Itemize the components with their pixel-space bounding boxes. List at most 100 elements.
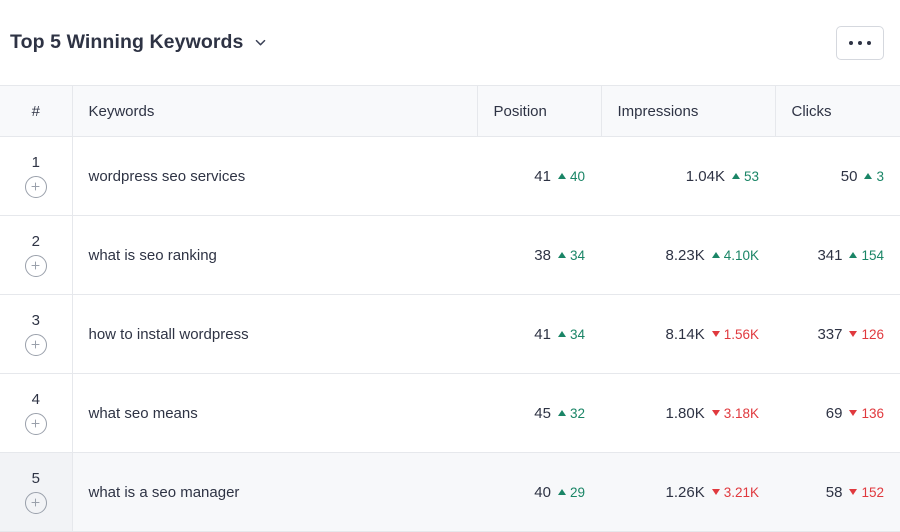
plus-circle-icon[interactable]	[24, 333, 47, 356]
more-options-button[interactable]	[836, 25, 884, 60]
clicks-delta: 152	[849, 485, 884, 500]
arrow-up-icon	[864, 173, 873, 179]
impressions-value: 1.26K	[665, 483, 705, 501]
keyword-cell[interactable]: what seo means	[72, 373, 477, 453]
column-header-keywords[interactable]: Keywords	[72, 85, 478, 137]
plus-circle-icon[interactable]	[24, 254, 47, 277]
impressions-metric: 1.80K 3.18K	[666, 405, 759, 422]
clicks-cell: 337 126	[775, 294, 900, 374]
column-header-position[interactable]: Position	[477, 85, 602, 137]
position-delta: 34	[557, 248, 585, 263]
impressions-delta-value: 1.56K	[723, 326, 759, 342]
arrow-down-icon	[711, 489, 720, 495]
column-header-index[interactable]: #	[0, 85, 73, 137]
position-value: 40	[534, 483, 551, 501]
clicks-delta-value: 3	[876, 168, 884, 184]
position-metric: 40 29	[534, 484, 585, 501]
impressions-cell: 1.04K 53	[601, 136, 775, 216]
position-cell: 45 32	[477, 373, 601, 453]
clicks-value: 50	[840, 167, 858, 185]
column-header-impressions[interactable]: Impressions	[601, 85, 776, 137]
arrow-down-icon	[849, 331, 858, 337]
clicks-cell: 50 3	[775, 136, 900, 216]
card-title-dropdown[interactable]: Top 5 Winning Keywords	[10, 30, 269, 53]
chevron-down-icon[interactable]	[253, 35, 269, 51]
impressions-value: 1.80K	[665, 404, 705, 422]
impressions-cell: 1.26K 3.21K	[601, 452, 775, 532]
row-index: 5	[31, 469, 40, 487]
impressions-value: 8.14K	[665, 325, 705, 343]
keyword-cell[interactable]: wordpress seo services	[72, 136, 477, 216]
impressions-cell: 8.14K 1.56K	[601, 294, 775, 374]
impressions-value: 8.23K	[665, 246, 705, 264]
clicks-metric: 337 126	[817, 326, 884, 343]
table-row[interactable]: 1 wordpress seo services 41 40 1.04K 53 50 3	[0, 136, 900, 216]
impressions-delta: 3.18K	[711, 405, 759, 421]
clicks-value: 58	[825, 483, 843, 501]
keyword-cell[interactable]: how to install wordpress	[72, 294, 477, 374]
clicks-delta: 126	[849, 327, 884, 342]
clicks-delta: 3	[864, 169, 884, 184]
arrow-down-icon	[711, 410, 720, 416]
impressions-delta-value: 4.10K	[723, 247, 759, 263]
position-cell: 38 34	[477, 215, 601, 295]
position-cell: 40 29	[477, 452, 601, 532]
position-value: 41	[534, 167, 551, 185]
row-index-stack: 3	[16, 313, 56, 356]
clicks-delta-value: 136	[861, 405, 884, 421]
position-delta: 34	[557, 326, 585, 342]
table-row[interactable]: 4 what seo means 45 32 1.80K 3.18K 69 136	[0, 373, 900, 453]
clicks-delta: 136	[849, 406, 884, 421]
impressions-metric: 1.04K 53	[686, 168, 759, 185]
card-header: Top 5 Winning Keywords	[0, 0, 900, 85]
table-row[interactable]: 5 what is a seo manager 40 29 1.26K 3.21K 58 15…	[0, 452, 900, 532]
impressions-delta-value: 3.18K	[723, 405, 759, 421]
position-metric: 41 40	[534, 168, 585, 185]
column-header-clicks[interactable]: Clicks	[775, 85, 900, 137]
arrow-up-icon	[731, 173, 740, 179]
position-value: 41	[534, 325, 551, 343]
clicks-delta-value: 152	[861, 484, 884, 500]
plus-circle-icon[interactable]	[24, 412, 47, 435]
position-delta-value: 32	[569, 405, 585, 421]
position-delta-value: 29	[569, 484, 585, 500]
row-index-cell: 2	[0, 215, 73, 295]
arrow-up-icon	[557, 410, 566, 416]
row-index-cell: 3	[0, 294, 73, 374]
page-title: Top 5 Winning Keywords	[10, 30, 244, 53]
position-metric: 41 34	[534, 326, 585, 343]
plus-circle-icon[interactable]	[24, 491, 47, 514]
clicks-cell: 341 154	[775, 215, 900, 295]
clicks-cell: 69 136	[775, 373, 900, 453]
table-row[interactable]: 2 what is seo ranking 38 34 8.23K 4.10K 341 154	[0, 215, 900, 295]
clicks-delta-value: 126	[861, 326, 884, 342]
arrow-up-icon	[711, 252, 720, 258]
table-header: # Keywords Position Impressions Clicks	[0, 85, 900, 137]
position-cell: 41 40	[477, 136, 601, 216]
winning-keywords-widget: Top 5 Winning Keywords # Keywords Positi…	[0, 0, 900, 532]
arrow-up-icon	[849, 252, 858, 258]
position-metric: 38 34	[534, 247, 585, 264]
position-delta: 32	[557, 405, 585, 421]
clicks-cell: 58 152	[775, 452, 900, 532]
row-index: 4	[31, 390, 40, 408]
impressions-cell: 8.23K 4.10K	[601, 215, 775, 295]
impressions-delta-value: 53	[743, 168, 759, 184]
impressions-delta: 1.56K	[711, 326, 759, 342]
plus-circle-icon[interactable]	[24, 175, 47, 198]
arrow-up-icon	[557, 252, 566, 258]
impressions-value: 1.04K	[685, 167, 725, 185]
position-delta: 29	[557, 484, 585, 500]
position-delta-value: 34	[569, 326, 585, 342]
clicks-value: 341	[817, 246, 843, 264]
keyword-cell[interactable]: what is a seo manager	[72, 452, 477, 532]
row-index-cell: 4	[0, 373, 73, 453]
table-body: 1 wordpress seo services 41 40 1.04K 53 50 3 2 wh…	[0, 136, 900, 532]
keyword-cell[interactable]: what is seo ranking	[72, 215, 477, 295]
position-delta: 40	[557, 169, 585, 184]
row-index: 2	[31, 232, 40, 250]
table-row[interactable]: 3 how to install wordpress 41 34 8.14K 1.56K 3…	[0, 294, 900, 374]
arrow-down-icon	[711, 331, 720, 337]
row-index-stack: 5	[16, 471, 56, 514]
clicks-value: 337	[817, 325, 843, 343]
